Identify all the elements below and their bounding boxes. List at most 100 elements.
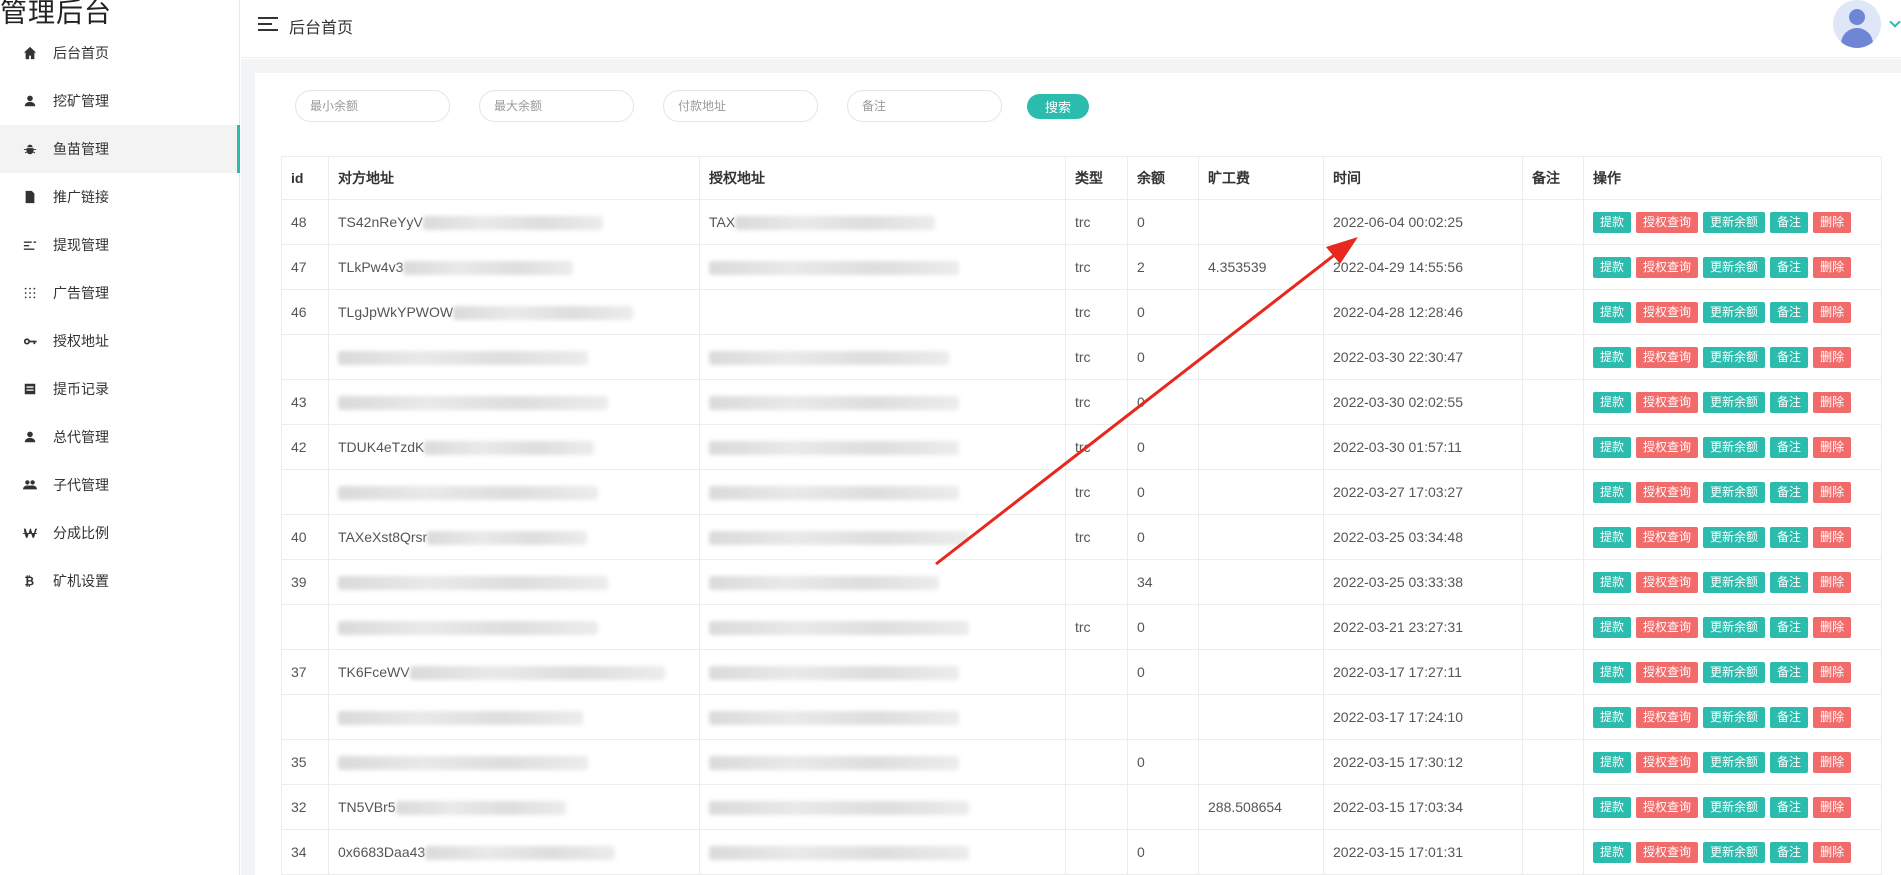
sidebar-item-11[interactable]: 分成比例 (0, 509, 240, 557)
delete-button[interactable]: 删除 (1813, 751, 1852, 773)
update-balance-button[interactable]: 更新余额 (1703, 346, 1766, 368)
auth-query-button[interactable]: 授权查询 (1636, 706, 1699, 728)
update-balance-button[interactable]: 更新余额 (1703, 616, 1766, 638)
sidebar-item-1[interactable]: 后台首页 (0, 29, 240, 77)
auth-query-button[interactable]: 授权查询 (1636, 751, 1699, 773)
delete-button[interactable]: 删除 (1813, 301, 1852, 323)
sidebar-item-4[interactable]: 推广链接 (0, 173, 240, 221)
withdraw-button[interactable]: 提款 (1593, 571, 1632, 593)
auth-query-button[interactable]: 授权查询 (1636, 796, 1699, 818)
auth-query-button[interactable]: 授权查询 (1636, 301, 1699, 323)
withdraw-button[interactable]: 提款 (1593, 616, 1632, 638)
auth-query-button[interactable]: 授权查询 (1636, 481, 1699, 503)
redacted-blur (338, 756, 588, 771)
cell-from-text: TS42nReYyV (338, 213, 423, 230)
auth-query-button[interactable]: 授权查询 (1636, 661, 1699, 683)
auth-query-button[interactable]: 授权查询 (1636, 571, 1699, 593)
delete-button[interactable]: 删除 (1813, 391, 1852, 413)
update-balance-button[interactable]: 更新余额 (1703, 706, 1766, 728)
remark-button[interactable]: 备注 (1770, 661, 1809, 683)
withdraw-button[interactable]: 提款 (1593, 661, 1632, 683)
remark-button[interactable]: 备注 (1770, 346, 1809, 368)
redacted-blur (338, 576, 608, 591)
auth-query-button[interactable]: 授权查询 (1636, 256, 1699, 278)
sidebar-item-12[interactable]: 矿机设置 (0, 557, 240, 605)
update-balance-button[interactable]: 更新余额 (1703, 796, 1766, 818)
redacted-blur (709, 846, 969, 861)
update-balance-button[interactable]: 更新余额 (1703, 571, 1766, 593)
withdraw-button[interactable]: 提款 (1593, 391, 1632, 413)
search-button[interactable]: 搜索 (1027, 93, 1089, 119)
remark-input[interactable] (847, 90, 1002, 122)
update-balance-button[interactable]: 更新余额 (1703, 211, 1766, 233)
withdraw-button[interactable]: 提款 (1593, 706, 1632, 728)
remark-button[interactable]: 备注 (1770, 571, 1809, 593)
delete-button[interactable]: 删除 (1813, 616, 1852, 638)
withdraw-button[interactable]: 提款 (1593, 211, 1632, 233)
remark-button[interactable]: 备注 (1770, 436, 1809, 458)
remark-button[interactable]: 备注 (1770, 616, 1809, 638)
delete-button[interactable]: 删除 (1813, 436, 1852, 458)
sidebar-item-9[interactable]: 总代管理 (0, 413, 240, 461)
auth-query-button[interactable]: 授权查询 (1636, 841, 1699, 863)
remark-button[interactable]: 备注 (1770, 796, 1809, 818)
sidebar-item-7[interactable]: 授权地址 (0, 317, 240, 365)
delete-button[interactable]: 删除 (1813, 661, 1852, 683)
remark-button[interactable]: 备注 (1770, 256, 1809, 278)
delete-button[interactable]: 删除 (1813, 796, 1852, 818)
auth-query-button[interactable]: 授权查询 (1636, 526, 1699, 548)
sidebar-item-6[interactable]: 广告管理 (0, 269, 240, 317)
remark-button[interactable]: 备注 (1770, 751, 1809, 773)
delete-button[interactable]: 删除 (1813, 526, 1852, 548)
remark-button[interactable]: 备注 (1770, 481, 1809, 503)
withdraw-button[interactable]: 提款 (1593, 841, 1632, 863)
update-balance-button[interactable]: 更新余额 (1703, 841, 1766, 863)
withdraw-button[interactable]: 提款 (1593, 526, 1632, 548)
withdraw-button[interactable]: 提款 (1593, 481, 1632, 503)
withdraw-button[interactable]: 提款 (1593, 346, 1632, 368)
auth-query-button[interactable]: 授权查询 (1636, 346, 1699, 368)
withdraw-button[interactable]: 提款 (1593, 301, 1632, 323)
remark-button[interactable]: 备注 (1770, 526, 1809, 548)
remark-button[interactable]: 备注 (1770, 301, 1809, 323)
update-balance-button[interactable]: 更新余额 (1703, 481, 1766, 503)
pay-address-input[interactable] (663, 90, 818, 122)
avatar[interactable] (1833, 0, 1881, 48)
delete-button[interactable]: 删除 (1813, 706, 1852, 728)
auth-query-button[interactable]: 授权查询 (1636, 616, 1699, 638)
remark-button[interactable]: 备注 (1770, 391, 1809, 413)
delete-button[interactable]: 删除 (1813, 346, 1852, 368)
withdraw-button[interactable]: 提款 (1593, 751, 1632, 773)
withdraw-button[interactable]: 提款 (1593, 256, 1632, 278)
update-balance-button[interactable]: 更新余额 (1703, 751, 1766, 773)
auth-query-button[interactable]: 授权查询 (1636, 211, 1699, 233)
sidebar-item-10[interactable]: 子代管理 (0, 461, 240, 509)
update-balance-button[interactable]: 更新余额 (1703, 661, 1766, 683)
update-balance-button[interactable]: 更新余额 (1703, 256, 1766, 278)
delete-button[interactable]: 删除 (1813, 571, 1852, 593)
delete-button[interactable]: 删除 (1813, 256, 1852, 278)
withdraw-button[interactable]: 提款 (1593, 796, 1632, 818)
update-balance-button[interactable]: 更新余额 (1703, 526, 1766, 548)
update-balance-button[interactable]: 更新余额 (1703, 301, 1766, 323)
sidebar-item-2[interactable]: 挖矿管理 (0, 77, 240, 125)
remark-button[interactable]: 备注 (1770, 211, 1809, 233)
menu-toggle-icon[interactable] (258, 17, 278, 33)
max-balance-input[interactable] (479, 90, 634, 122)
remark-button[interactable]: 备注 (1770, 841, 1809, 863)
sidebar-item-3[interactable]: 鱼苗管理 (0, 125, 240, 173)
delete-button[interactable]: 删除 (1813, 841, 1852, 863)
delete-button[interactable]: 删除 (1813, 211, 1852, 233)
chevron-down-icon[interactable] (1889, 16, 1901, 28)
auth-query-button[interactable]: 授权查询 (1636, 391, 1699, 413)
update-balance-button[interactable]: 更新余额 (1703, 391, 1766, 413)
auth-query-button[interactable]: 授权查询 (1636, 436, 1699, 458)
cell-type: trc (1065, 379, 1128, 425)
remark-button[interactable]: 备注 (1770, 706, 1809, 728)
sidebar-item-8[interactable]: 提币记录 (0, 365, 240, 413)
update-balance-button[interactable]: 更新余额 (1703, 436, 1766, 458)
min-balance-input[interactable] (295, 90, 450, 122)
withdraw-button[interactable]: 提款 (1593, 436, 1632, 458)
sidebar-item-5[interactable]: 提现管理 (0, 221, 240, 269)
delete-button[interactable]: 删除 (1813, 481, 1852, 503)
